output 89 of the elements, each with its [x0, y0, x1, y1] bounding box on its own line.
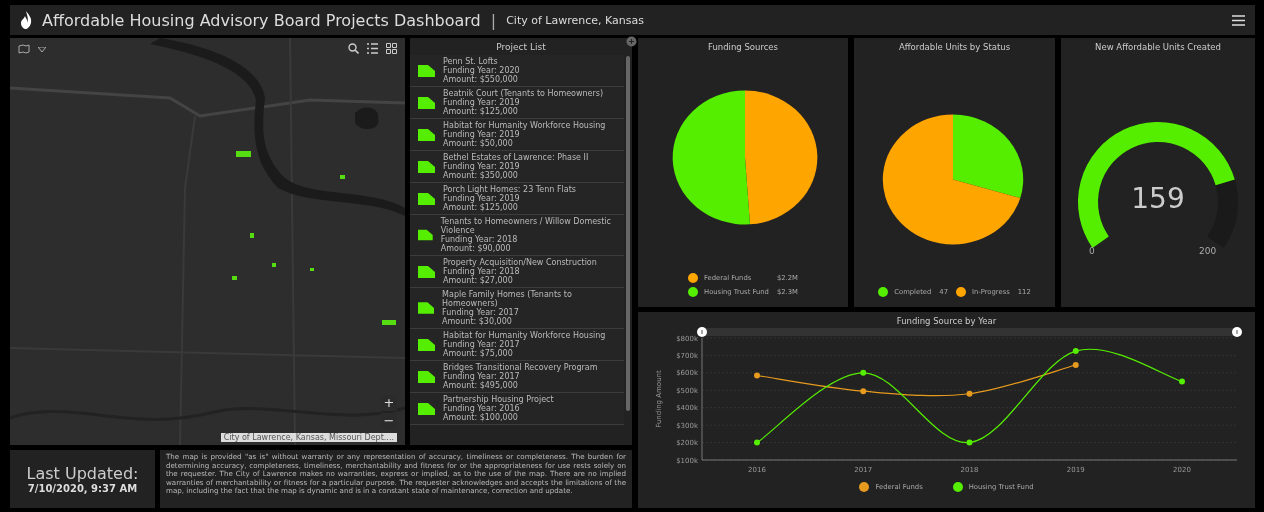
- list-icon[interactable]: [367, 43, 378, 54]
- gauge-min: 0: [1089, 246, 1095, 256]
- project-name: Bridges Transitional Recovery Program: [443, 363, 598, 372]
- flag-icon: [418, 302, 435, 314]
- project-list-item[interactable]: Tenants to Homeowners / Willow Domestic Violence Funding Year: 2018 Amount: $90,000: [410, 215, 624, 256]
- map-layers-icon[interactable]: [18, 44, 30, 54]
- data-point: [1072, 348, 1079, 355]
- flag-icon: [418, 370, 435, 383]
- flag-icon: [418, 338, 435, 351]
- chart-title: New Affordable Units Created: [1095, 41, 1221, 52]
- project-name: Habitat for Humanity Workforce Housing: [443, 121, 606, 130]
- title-separator: |: [490, 10, 497, 30]
- menu-icon[interactable]: [1232, 14, 1245, 26]
- chart-title: Funding Source by Year: [896, 315, 997, 326]
- last-updated-label: Last Updated:: [26, 464, 139, 483]
- project-amount: Amount: $125,000: [443, 203, 519, 212]
- data-point: [966, 439, 972, 446]
- project-amount: Amount: $75,000: [443, 349, 514, 358]
- project-amount: Amount: $495,000: [443, 381, 519, 390]
- project-amount: Amount: $100,000: [443, 413, 519, 422]
- dashboard-title: Affordable Housing Advisory Board Projects Dashboard: [42, 10, 481, 30]
- project-amount: Amount: $125,000: [443, 107, 519, 116]
- data-point: [1072, 362, 1079, 368]
- project-list-item[interactable]: Bethel Estates of Lawrence: Phase II Funding Year: 2019 Amount: $350,000: [410, 151, 624, 183]
- range-handle[interactable]: [696, 327, 707, 337]
- search-icon[interactable]: [348, 43, 359, 54]
- project-name: Tenants to Homeowners / Willow Domestic Violence: [440, 217, 613, 235]
- project-amount: Amount: $50,000: [443, 139, 514, 148]
- project-name: Habitat for Humanity Workforce Housing: [443, 331, 606, 340]
- scrollbar[interactable]: [626, 56, 630, 411]
- data-point: [859, 369, 866, 376]
- project-list-item[interactable]: Habitat for Humanity Workforce Housing Funding Year: 2017 Amount: $75,000: [410, 329, 624, 361]
- project-year: Funding Year: 2020: [443, 66, 520, 75]
- project-list-item[interactable]: Maple Family Homes (Tenants to Homeowners) Funding Year: 2017 Amount: $30,000: [410, 288, 624, 329]
- project-year: Funding Year: 2016: [443, 404, 520, 413]
- project-name: Penn St. Lofts: [443, 57, 499, 66]
- flag-icon: [418, 128, 435, 141]
- flag-icon: [418, 402, 435, 415]
- project-list-item[interactable]: Property Acquisition/New Construction Funding Year: 2018 Amount: $27,000: [410, 256, 624, 288]
- project-name: Bethel Estates of Lawrence: Phase II: [443, 153, 589, 162]
- caret-icon[interactable]: [38, 46, 46, 52]
- project-amount: Amount: $27,000: [443, 276, 514, 285]
- data-point: [753, 372, 760, 379]
- data-point: [966, 390, 972, 397]
- chart-title: Funding Sources: [707, 41, 779, 52]
- project-amount: Amount: $350,000: [443, 171, 519, 180]
- project-list-item[interactable]: Partnership Housing Project Funding Year: 2016 Amount: $100,000: [410, 393, 624, 425]
- project-year: Funding Year: 2019: [443, 98, 521, 107]
- expand-icon[interactable]: [626, 36, 637, 47]
- project-year: Funding Year: 2017: [443, 340, 520, 349]
- project-name: Porch Light Homes: 23 Tenn Flats: [443, 185, 576, 194]
- project-name: Maple Family Homes (Tenants to Homeowners): [442, 290, 573, 308]
- project-name: Beatnik Court (Tenants to Homeowners): [443, 89, 604, 98]
- chart-title: Affordable Units by Status: [898, 41, 1011, 52]
- project-year: Funding Year: 2017: [442, 308, 520, 317]
- project-list-item[interactable]: Habitat for Humanity Workforce Housing Funding Year: 2019 Amount: $50,000: [410, 119, 624, 151]
- project-amount: Amount: $30,000: [442, 317, 513, 326]
- project-name: Partnership Housing Project: [443, 395, 554, 404]
- grid-icon[interactable]: [386, 43, 397, 54]
- flame-logo-icon: [20, 11, 32, 29]
- project-year: Funding Year: 2018: [440, 235, 519, 244]
- dashboard-subtitle: City of Lawrence, Kansas: [506, 13, 644, 27]
- map-attribution: City of Lawrence, Kansas, Missouri Dept....: [220, 433, 397, 442]
- flag-icon: [418, 265, 435, 278]
- data-point: [1178, 378, 1185, 385]
- gauge-value: 159: [1130, 182, 1186, 215]
- range-handle[interactable]: [1231, 327, 1242, 337]
- project-list-item[interactable]: Bridges Transitional Recovery Program Funding Year: 2017 Amount: $495,000: [410, 361, 624, 393]
- data-point: [753, 439, 760, 446]
- project-list-item[interactable]: Porch Light Homes: 23 Tenn Flats Funding Year: 2019 Amount: $125,000: [410, 183, 624, 215]
- flag-icon: [418, 229, 433, 241]
- flag-icon: [418, 192, 435, 205]
- panel-title: Project List: [495, 41, 547, 54]
- project-year: Funding Year: 2019: [443, 162, 521, 171]
- project-list-item[interactable]: Beatnik Court (Tenants to Homeowners) Funding Year: 2019 Amount: $125,000: [410, 87, 624, 119]
- flag-icon: [418, 96, 435, 109]
- last-updated-value: 7/10/2020, 9:37 AM: [27, 483, 138, 494]
- project-year: Funding Year: 2019: [443, 130, 520, 139]
- project-year: Funding Year: 2018: [443, 267, 520, 276]
- project-name: Property Acquisition/New Construction: [443, 258, 597, 267]
- flag-icon: [418, 160, 435, 173]
- data-point: [859, 388, 866, 395]
- gauge-max: 200: [1199, 246, 1217, 256]
- project-list-item[interactable]: Penn St. Lofts Funding Year: 2020 Amount: $550,000: [410, 55, 624, 87]
- project-amount: Amount: $550,000: [443, 75, 519, 84]
- project-year: Funding Year: 2019: [443, 194, 521, 203]
- flag-icon: [418, 64, 435, 77]
- project-amount: Amount: $90,000: [440, 244, 512, 253]
- project-year: Funding Year: 2017: [443, 372, 521, 381]
